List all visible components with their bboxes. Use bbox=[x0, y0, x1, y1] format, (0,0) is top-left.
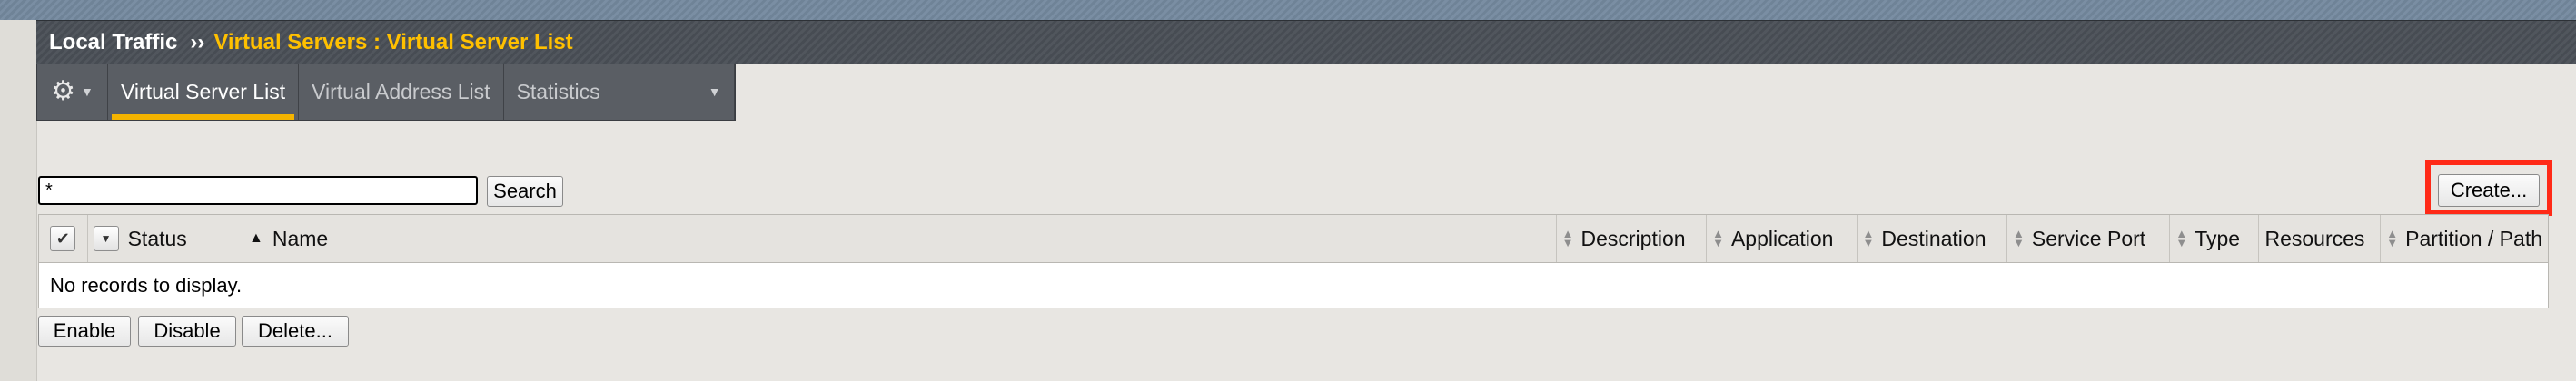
search-button[interactable]: Search bbox=[487, 176, 563, 207]
column-label: Name bbox=[272, 226, 329, 250]
tab-label: Virtual Address List bbox=[312, 79, 490, 103]
enable-button[interactable]: Enable bbox=[38, 316, 131, 347]
top-banner-strip bbox=[0, 0, 2576, 20]
column-application[interactable]: ▲ ▼ Application bbox=[1707, 215, 1858, 262]
virtual-server-table: ✔ ▼ Status ▲ Name ▲ ▼ Description ▲ ▼ Appl… bbox=[38, 214, 2549, 308]
breadcrumb-current: Virtual Servers : Virtual Server List bbox=[213, 29, 573, 54]
column-label: Status bbox=[127, 226, 187, 250]
status-filter-dropdown[interactable]: ▼ bbox=[93, 226, 119, 251]
create-button[interactable]: Create... bbox=[2438, 174, 2540, 207]
column-resources: Resources bbox=[2259, 215, 2382, 262]
sort-icon: ▲ ▼ bbox=[2386, 227, 2399, 249]
column-label: Partition / Path bbox=[2405, 226, 2542, 250]
select-all-header: ✔ bbox=[39, 215, 88, 262]
column-label: Service Port bbox=[2031, 226, 2146, 250]
column-destination[interactable]: ▲ ▼ Destination bbox=[1858, 215, 2008, 262]
tab-label: Statistics bbox=[516, 79, 600, 103]
search-input[interactable] bbox=[38, 176, 478, 205]
empty-message: No records to display. bbox=[50, 274, 243, 297]
tab-gear-menu[interactable]: ⚙ ▼ bbox=[37, 64, 108, 120]
table-header: ✔ ▼ Status ▲ Name ▲ ▼ Description ▲ ▼ Appl… bbox=[39, 215, 2548, 263]
tab-virtual-server-list[interactable]: Virtual Server List bbox=[108, 64, 300, 120]
column-label: Application bbox=[1730, 226, 1834, 250]
column-service-port[interactable]: ▲ ▼ Service Port bbox=[2007, 215, 2171, 262]
sort-icon: ▲ ▼ bbox=[1862, 227, 1875, 249]
sort-icon: ▲ ▼ bbox=[1712, 227, 1724, 249]
empty-table-row: No records to display. bbox=[39, 263, 2548, 308]
disable-button[interactable]: Disable bbox=[138, 316, 236, 347]
column-name[interactable]: ▲ Name bbox=[243, 215, 1557, 262]
tab-virtual-address-list[interactable]: Virtual Address List bbox=[299, 64, 504, 120]
chevron-down-icon: ▼ bbox=[708, 84, 721, 99]
sort-icon: ▲ ▼ bbox=[2175, 227, 2188, 249]
sort-icon: ▲ ▼ bbox=[1561, 227, 1574, 249]
sort-ascending-icon: ▲ bbox=[249, 230, 263, 246]
column-type[interactable]: ▲ ▼ Type bbox=[2170, 215, 2260, 262]
tab-label: Virtual Server List bbox=[121, 79, 286, 103]
breadcrumb: Local Traffic ›› Virtual Servers : Virtu… bbox=[36, 20, 2576, 64]
column-description[interactable]: ▲ ▼ Description bbox=[1557, 215, 1708, 262]
chevron-down-icon: ▼ bbox=[81, 84, 94, 99]
sort-icon: ▲ ▼ bbox=[2013, 227, 2025, 249]
column-label: Description bbox=[1580, 226, 1686, 250]
breadcrumb-separator: ›› bbox=[190, 29, 205, 54]
left-sidebar-edge bbox=[0, 20, 37, 381]
gear-icon: ⚙ bbox=[51, 76, 76, 106]
tab-bar: ⚙ ▼ Virtual Server List Virtual Address … bbox=[36, 64, 736, 121]
column-label: Destination bbox=[1881, 226, 1986, 250]
delete-button[interactable]: Delete... bbox=[242, 316, 349, 347]
column-label: Resources bbox=[2264, 226, 2365, 250]
tab-statistics[interactable]: Statistics ▼ bbox=[504, 64, 735, 120]
column-partition-path[interactable]: ▲ ▼ Partition / Path bbox=[2381, 215, 2548, 262]
select-all-checkbox[interactable]: ✔ bbox=[50, 226, 76, 251]
breadcrumb-root[interactable]: Local Traffic bbox=[49, 30, 177, 55]
column-label: Type bbox=[2195, 226, 2241, 250]
column-status[interactable]: ▼ Status bbox=[88, 215, 243, 262]
